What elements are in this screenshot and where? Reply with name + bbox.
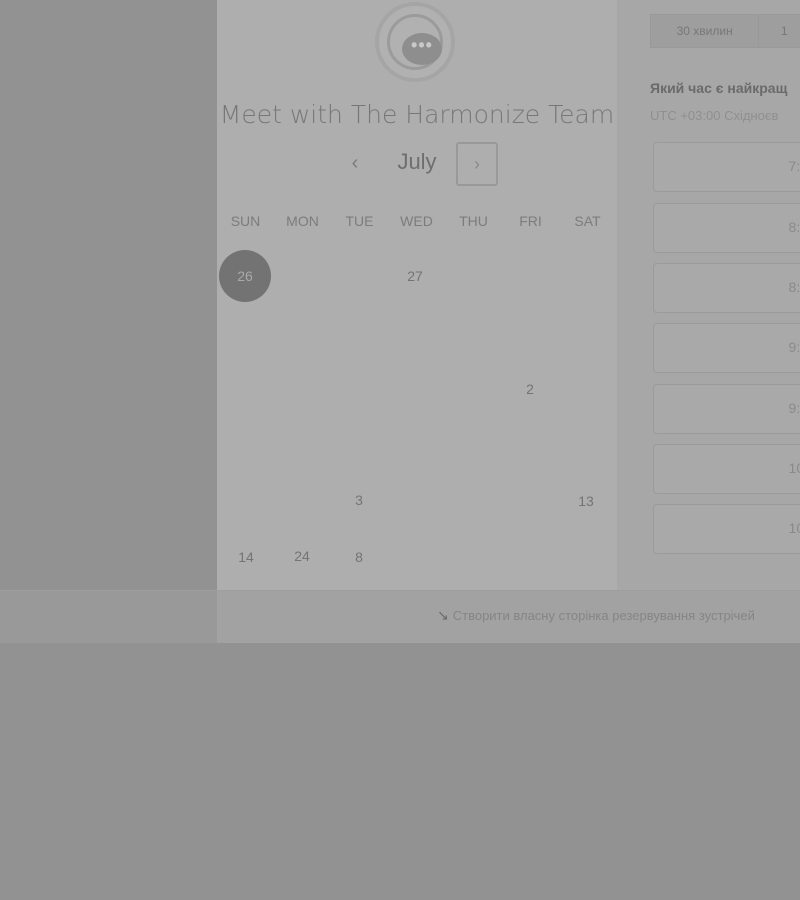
time-question: Який час є найкращ: [650, 80, 788, 96]
create-page-link-text: Створити власну сторінка резервування зу…: [452, 608, 755, 623]
month-label: July: [397, 149, 437, 174]
time-slot-label: 9:0: [788, 339, 800, 355]
time-slot[interactable]: 9:0: [653, 323, 800, 373]
weekday-mon: MON: [286, 213, 319, 229]
footer-bar: ↘ Створити власну сторінка резервування …: [0, 590, 800, 643]
calendar-day[interactable]: 24: [276, 530, 328, 582]
time-slot[interactable]: 10:: [653, 504, 800, 554]
time-slot[interactable]: 8:3: [653, 263, 800, 313]
time-slot[interactable]: 7:3: [653, 142, 800, 192]
time-slot[interactable]: 9:3: [653, 384, 800, 434]
arrow-icon: ↘: [437, 607, 449, 623]
weekday-tue: TUE: [345, 213, 374, 229]
calendar-day[interactable]: 2: [504, 363, 556, 415]
footer-inner: ↘ Створити власну сторінка резервування …: [217, 591, 800, 643]
weekday-sat: SAT: [574, 213, 601, 229]
create-page-link[interactable]: ↘ Створити власну сторінка резервування …: [437, 607, 755, 624]
time-slot-label: 9:3: [788, 400, 800, 416]
chat-bubble-icon: •••: [402, 33, 442, 65]
time-slot-label: 10:: [788, 460, 800, 476]
calendar-day[interactable]: 13: [560, 475, 612, 527]
booking-panel: ••• Meet with The Harmonize Team ‹ July …: [217, 0, 617, 590]
time-selection-panel: 30 хвилин 1 Який час є найкращ UTC +03:0…: [617, 0, 800, 590]
time-slot-label: 8:3: [788, 279, 800, 295]
month-navigation: ‹ July ›: [217, 140, 617, 190]
weekday-header: SUN MON TUE WED THU FRI SAT: [217, 213, 617, 229]
avatar-ring: •••: [387, 14, 443, 70]
weekday-sun: SUN: [230, 213, 261, 229]
tab-duration-30[interactable]: 30 хвилин: [651, 15, 760, 47]
next-month-button[interactable]: ›: [456, 142, 498, 186]
timezone-selector[interactable]: UTC +03:00 Східноєв: [650, 108, 778, 123]
calendar-day[interactable]: 8: [333, 531, 385, 583]
time-slot-label: 8:0: [788, 219, 800, 235]
prev-month-button[interactable]: ‹: [345, 150, 365, 176]
time-slot-label: 7:3: [788, 158, 800, 174]
tab-duration-other[interactable]: 1: [759, 15, 800, 47]
team-avatar: •••: [375, 2, 455, 82]
time-slot-label: 10:: [788, 520, 800, 536]
time-slot[interactable]: 10:: [653, 444, 800, 494]
calendar-day[interactable]: 3: [333, 474, 385, 526]
time-slot[interactable]: 8:0: [653, 203, 800, 253]
calendar-day-selected[interactable]: 26: [219, 250, 271, 302]
duration-tabs: 30 хвилин 1: [650, 14, 800, 48]
weekday-thu: THU: [459, 213, 488, 229]
page-title: Meet with The Harmonize Team: [219, 100, 615, 129]
weekday-wed: WED: [400, 213, 433, 229]
calendar-day[interactable]: 14: [220, 531, 272, 583]
calendar-day[interactable]: 27: [389, 250, 441, 302]
weekday-fri: FRI: [519, 213, 542, 229]
